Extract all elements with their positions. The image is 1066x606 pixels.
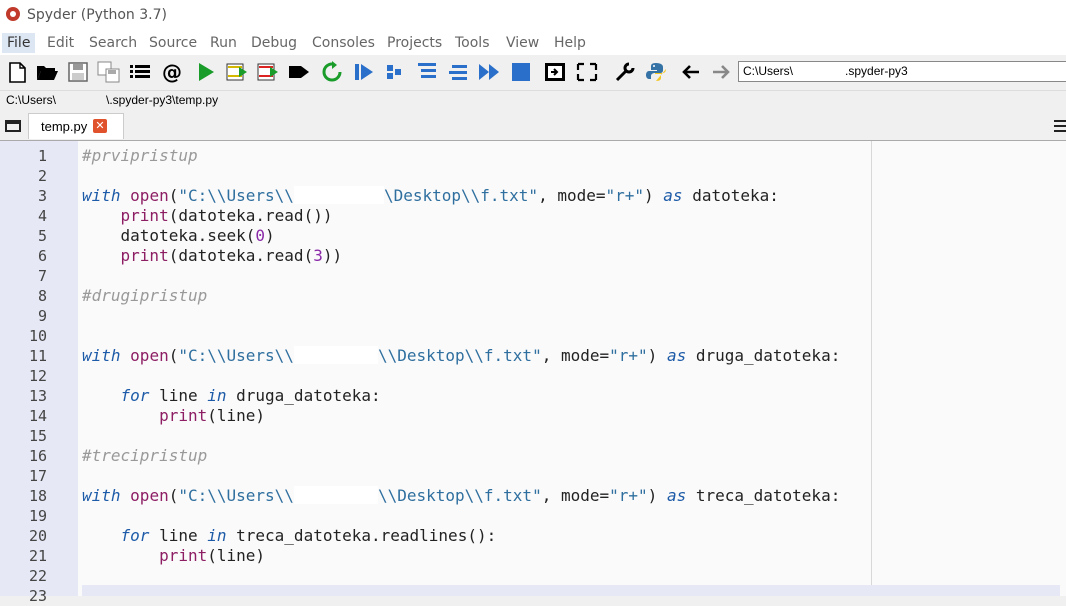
line-number: 16 (28, 447, 47, 465)
at-sign-icon[interactable]: @ (160, 61, 184, 83)
code-line: with open("C:\\Users\\ \Desktop\\f.txt", … (82, 186, 779, 205)
line-number: 14 (28, 407, 47, 425)
preferences-wrench-icon[interactable] (613, 61, 637, 83)
menu-projects[interactable]: Projects (382, 33, 447, 53)
menu-edit[interactable]: Edit (42, 33, 79, 53)
debug-icon[interactable] (352, 61, 376, 83)
code-line: #drugipristup (82, 286, 208, 305)
tab-temp-py[interactable]: temp.py ✕ (28, 113, 124, 139)
line-number: 22 (28, 567, 47, 585)
tab-label: temp.py (41, 119, 88, 134)
line-number: 18 (28, 487, 47, 505)
window-title: Spyder (Python 3.7) (27, 7, 167, 23)
menu-bar: File Edit Search Source Run Debug Consol… (0, 30, 1066, 55)
run-selection-icon[interactable] (287, 61, 311, 83)
options-menu-icon[interactable] (1054, 120, 1066, 132)
run-cell-icon[interactable] (225, 61, 249, 83)
code-line: #trecipristup (82, 446, 208, 465)
line-number: 11 (28, 347, 47, 365)
step-into-icon[interactable] (415, 61, 439, 83)
code-line: with open("C:\\Users\\ \\Desktop\\f.txt",… (82, 346, 841, 365)
maximize-pane-icon[interactable] (543, 61, 567, 83)
line-number: 12 (28, 367, 47, 385)
code-line: print(datoteka.read()) (120, 206, 333, 225)
step-return-icon[interactable] (446, 61, 470, 83)
title-bar: Spyder (Python 3.7) (0, 0, 1066, 30)
line-number: 21 (28, 547, 47, 565)
open-file-icon[interactable] (35, 61, 59, 83)
line-number: 5 (37, 227, 47, 245)
line-number: 20 (28, 527, 47, 545)
line-number: 6 (37, 247, 47, 265)
menu-source[interactable]: Source (144, 33, 202, 53)
line-number: 17 (28, 467, 47, 485)
line-number: 2 (37, 167, 47, 185)
step-icon[interactable] (384, 61, 408, 83)
menu-search[interactable]: Search (84, 33, 142, 53)
code-line: datoteka.seek(0) (120, 226, 275, 245)
tab-bar (0, 112, 1066, 140)
line-number: 19 (28, 507, 47, 525)
fullscreen-icon[interactable] (575, 61, 599, 83)
code-line: print(line) (159, 406, 266, 425)
spyder-logo-icon (6, 7, 20, 21)
menu-debug[interactable]: Debug (246, 33, 302, 53)
working-directory-input[interactable]: C:\Users\ .spyder-py3 (738, 61, 1066, 82)
line-number: 4 (37, 207, 47, 225)
menu-consoles[interactable]: Consoles (307, 33, 380, 53)
menu-file[interactable]: File (2, 33, 36, 53)
continue-icon[interactable] (477, 61, 501, 83)
line-number: 9 (37, 307, 47, 325)
line-number: 3 (37, 187, 47, 205)
code-line: for line in druga_datoteka: (120, 386, 381, 405)
line-number: 8 (37, 287, 47, 305)
stop-debug-icon[interactable] (509, 61, 533, 83)
current-file-path: C:\Users\ \.spyder-py3\temp.py (6, 93, 219, 107)
line-number: 7 (37, 267, 47, 285)
rerun-icon[interactable] (320, 61, 344, 83)
code-editor[interactable]: 1 2 3 4 5 6 7 8 9 10 11 12 13 14 15 16 1… (0, 140, 1066, 605)
line-number: 23 (28, 587, 47, 605)
menu-view[interactable]: View (501, 33, 544, 53)
save-all-icon[interactable] (97, 61, 121, 83)
code-line: #prvipristup (82, 146, 198, 165)
python-path-icon[interactable] (644, 61, 668, 83)
code-line: print(datoteka.read(3)) (120, 246, 343, 265)
current-line-highlight (82, 585, 1060, 596)
menu-tools[interactable]: Tools (450, 33, 495, 53)
line-number: 10 (28, 327, 47, 345)
run-cell-advance-icon[interactable] (256, 61, 280, 83)
menu-run[interactable]: Run (205, 33, 242, 53)
back-arrow-icon[interactable] (679, 61, 703, 83)
save-icon[interactable] (66, 61, 90, 83)
code-line: print(line) (159, 546, 266, 565)
forward-arrow-icon[interactable] (709, 61, 733, 83)
svg-text:@: @ (162, 61, 182, 83)
edge-line (871, 141, 872, 596)
browse-tabs-icon[interactable] (5, 120, 21, 132)
new-file-icon[interactable] (5, 61, 29, 83)
run-icon[interactable] (194, 61, 218, 83)
code-line: with open("C:\\Users\\ \\Desktop\\f.txt",… (82, 486, 841, 505)
line-number: 13 (28, 387, 47, 405)
line-number: 15 (28, 427, 47, 445)
outline-list-icon[interactable] (128, 61, 152, 83)
line-number: 1 (37, 147, 47, 165)
close-tab-icon[interactable]: ✕ (93, 119, 107, 133)
menu-help[interactable]: Help (549, 33, 591, 53)
code-line: for line in treca_datoteka.readlines(): (120, 526, 497, 545)
